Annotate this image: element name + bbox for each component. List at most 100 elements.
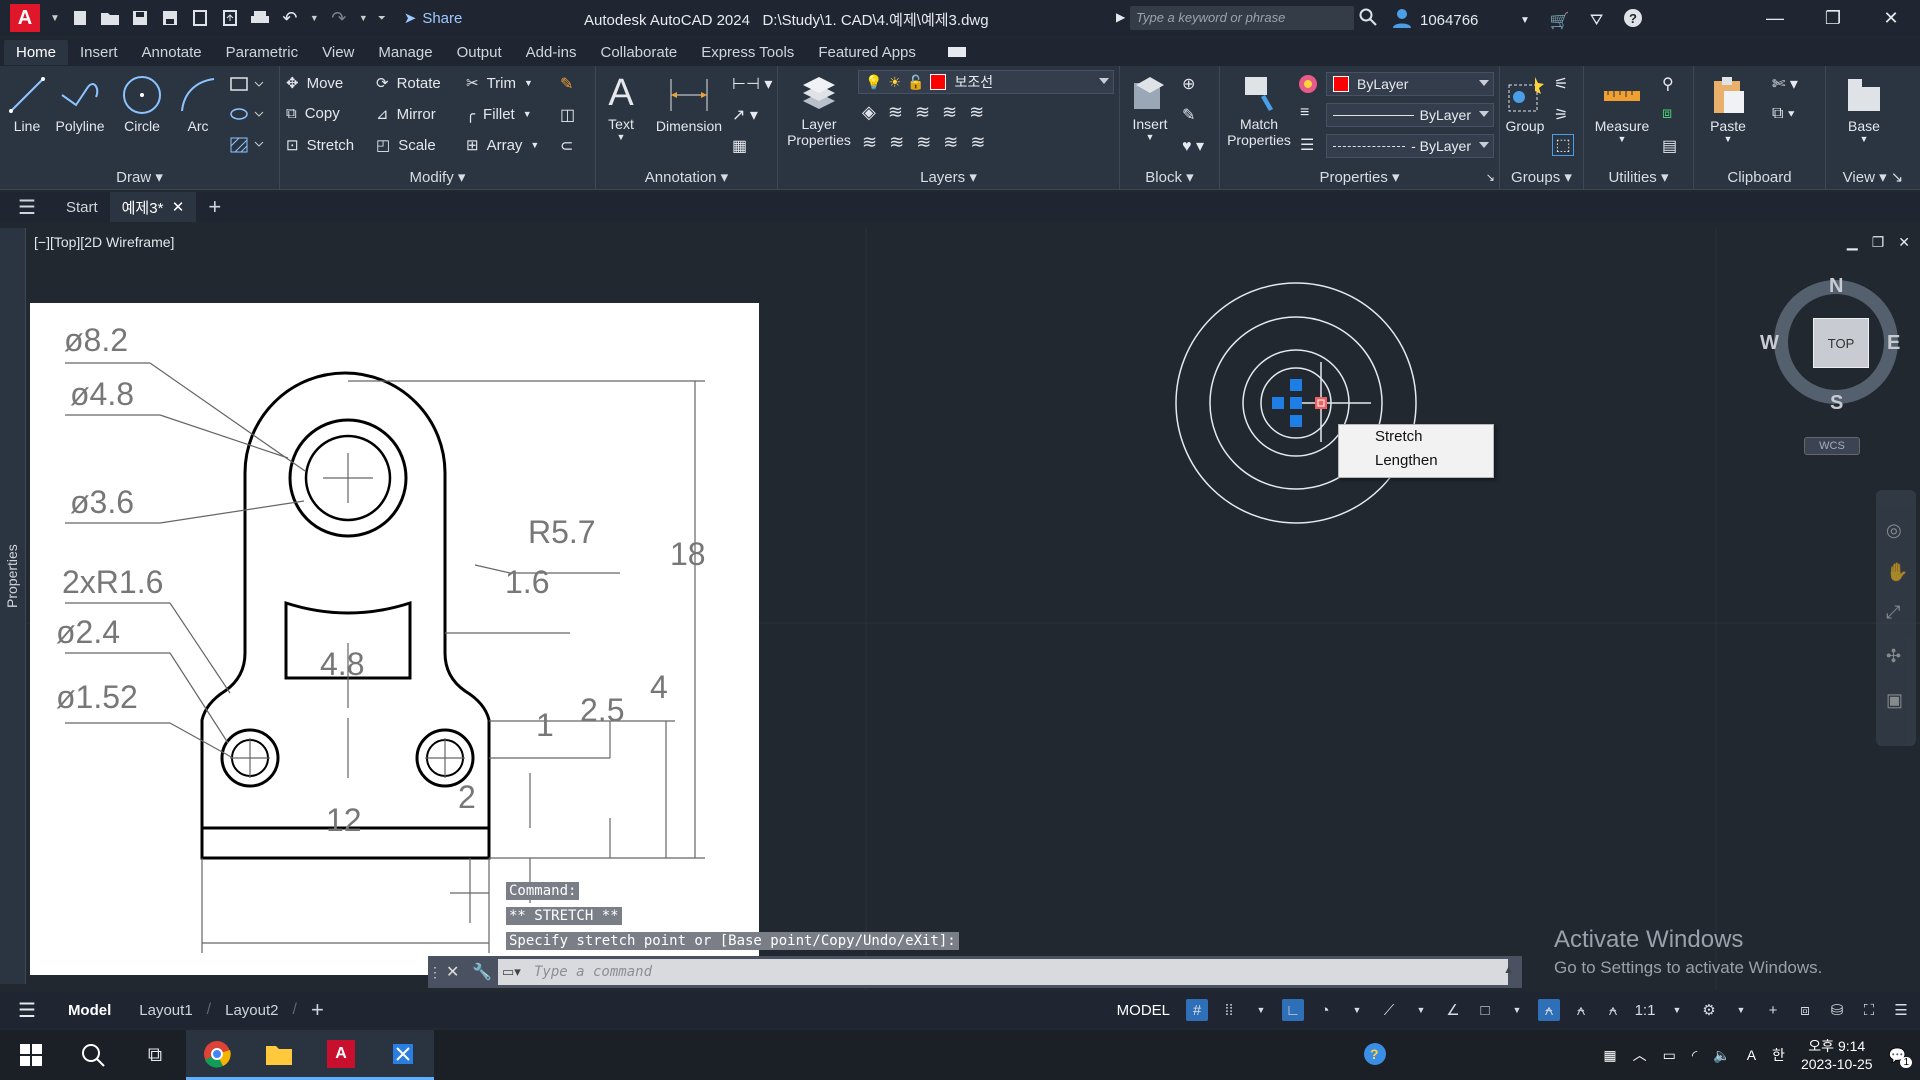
cut-icon[interactable]: ✄ ▾	[1772, 74, 1798, 94]
layer-off-icon[interactable]: ◈	[862, 102, 876, 123]
hatch-icon[interactable]	[229, 136, 269, 159]
autocad-taskbar-icon[interactable]: A	[310, 1030, 372, 1080]
command-line-grip-icon[interactable]: ⋮	[428, 964, 442, 981]
showmotion-icon[interactable]: ▣	[1886, 690, 1903, 711]
save-to-web-icon[interactable]	[220, 8, 240, 28]
group-selection-icon[interactable]: ⬚	[1552, 134, 1574, 156]
tab-annotate[interactable]: Annotate	[130, 40, 214, 65]
new-file-icon[interactable]	[70, 8, 90, 28]
tab-insert[interactable]: Insert	[68, 40, 130, 65]
add-layout-icon[interactable]: +	[297, 997, 338, 1023]
quick-select-icon[interactable]: ⚲	[1662, 74, 1674, 94]
doc-tab-active[interactable]: 예제3* ✕	[109, 192, 197, 222]
ellipse-icon[interactable]	[229, 106, 269, 129]
fillet-button[interactable]: ╭ Fillet ▼	[466, 105, 532, 124]
layer-match-icon[interactable]: ≋	[862, 132, 877, 153]
plot-icon[interactable]	[250, 8, 270, 28]
isodraft-icon[interactable]: ⟋	[1378, 999, 1400, 1021]
help-icon[interactable]: ?	[1623, 8, 1643, 33]
maximize-button[interactable]: ❐	[1804, 0, 1862, 36]
compass-n[interactable]: N	[1829, 275, 1843, 298]
rectangle-icon[interactable]	[229, 76, 269, 99]
tab-manage[interactable]: Manage	[366, 40, 444, 65]
cart-icon[interactable]: 🛒	[1550, 11, 1570, 31]
dimension-button[interactable]: Dimension	[652, 72, 726, 134]
model-space-toggle[interactable]: MODEL	[1111, 998, 1176, 1023]
pan-icon[interactable]: ✋	[1886, 562, 1908, 583]
properties-palette-sidebar[interactable]: Properties	[0, 228, 26, 984]
compass-s[interactable]: S	[1830, 392, 1843, 415]
customize-qat-icon[interactable]: ⏷	[378, 13, 386, 24]
app-logo[interactable]: A	[10, 4, 40, 32]
measure-button[interactable]: Measure ▼	[1588, 72, 1656, 144]
help-tray-icon[interactable]: ?	[1363, 1042, 1387, 1069]
volume-icon[interactable]: 🔈	[1713, 1047, 1730, 1064]
object-snap-tracking-icon[interactable]: ∠	[1442, 999, 1464, 1021]
wcs-menu[interactable]: WCS	[1804, 437, 1860, 455]
app-menu-chevron-icon[interactable]: ▼	[50, 13, 60, 24]
tab-parametric[interactable]: Parametric	[214, 40, 311, 65]
group-edit-icon[interactable]: ⚞	[1554, 105, 1568, 125]
ribbon-minimize-icon[interactable]	[947, 47, 966, 57]
compass-w[interactable]: W	[1760, 332, 1779, 355]
show-hidden-icons[interactable]: ︿	[1633, 1045, 1647, 1065]
autodesk-app-store-icon[interactable]: ⛛	[1590, 12, 1603, 30]
workspace-chevron-icon[interactable]: ▼	[1730, 999, 1752, 1021]
groups-panel-title[interactable]: Groups ▾	[1500, 168, 1583, 186]
polar-icon[interactable]: ◔	[1314, 999, 1336, 1021]
match-properties-button[interactable]: Match Properties	[1222, 70, 1296, 148]
paste-button[interactable]: Paste ▼	[1700, 72, 1756, 144]
trim-button[interactable]: ✂ Trim ▼	[466, 74, 533, 93]
edit-block-icon[interactable]: ✎	[1182, 105, 1195, 125]
units-icon[interactable]: ⧈	[1794, 999, 1816, 1021]
battery-icon[interactable]: ▭	[1663, 1047, 1676, 1064]
menu-item-lengthen[interactable]: Lengthen	[1339, 449, 1493, 473]
layer-lock-icon[interactable]: ≋	[942, 102, 957, 123]
stretch-button[interactable]: ⊡ Stretch	[286, 136, 354, 155]
quick-properties-icon[interactable]: ⛁	[1826, 999, 1848, 1021]
lineweight-dropdown[interactable]: ByLayer	[1326, 103, 1494, 127]
viewcube-top-face[interactable]: TOP	[1813, 318, 1869, 368]
reference-drawing-image[interactable]: ø8.2 ø4.8 ø3.6 R5.7 18 1.6 2xR1.6 ø2.4 4…	[30, 303, 759, 975]
move-button[interactable]: ✥ Move	[286, 74, 343, 93]
tab-home[interactable]: Home	[4, 39, 69, 65]
arc-button[interactable]: Arc	[174, 72, 222, 134]
layout-menu-icon[interactable]: ☰	[0, 998, 54, 1023]
annotation-monitor-icon[interactable]: +	[1762, 999, 1784, 1021]
scale-button[interactable]: ◰ Scale	[376, 136, 436, 155]
layer-merge-icon[interactable]: ≋	[970, 132, 985, 153]
doc-tab-start[interactable]: Start	[54, 192, 110, 222]
close-tab-icon[interactable]: ✕	[172, 198, 185, 216]
color-wheel-icon[interactable]	[1298, 74, 1318, 99]
erase-icon[interactable]: ✎	[560, 74, 573, 94]
file-explorer-icon[interactable]	[248, 1030, 310, 1080]
open-from-web-icon[interactable]	[190, 8, 210, 28]
polar-chevron-icon[interactable]: ▼	[1346, 999, 1368, 1021]
clipboard-panel-title[interactable]: Clipboard	[1694, 169, 1825, 186]
redo-chevron-icon[interactable]: ▼	[359, 13, 368, 23]
array-button[interactable]: ⊞ Array ▼	[466, 136, 539, 155]
snipping-tool-icon[interactable]	[372, 1030, 434, 1080]
properties-panel-title[interactable]: Properties ▾	[1220, 168, 1499, 186]
fillet-chevron-icon[interactable]: ▼	[523, 109, 532, 119]
copy-clip-icon[interactable]: ⧉ ▾	[1772, 105, 1795, 123]
layer-walk-icon[interactable]: ≋	[916, 132, 931, 153]
menu-icon[interactable]: ☰	[0, 192, 54, 222]
save-icon[interactable]	[130, 8, 150, 28]
table-icon[interactable]: ▦	[732, 136, 747, 156]
isodraft-chevron-icon[interactable]: ▼	[1410, 999, 1432, 1021]
command-line-customize-icon[interactable]: 🔧	[472, 962, 492, 982]
mirror-button[interactable]: ⊿ Mirror	[376, 105, 436, 124]
annotation-panel-title[interactable]: Annotation ▾	[596, 168, 777, 186]
text-button[interactable]: A Text ▼	[604, 70, 638, 143]
utilities-panel-title[interactable]: Utilities ▾	[1584, 168, 1693, 186]
customization-icon[interactable]: ☰	[1890, 999, 1912, 1021]
grid-icon[interactable]: #	[1186, 999, 1208, 1021]
array-chevron-icon[interactable]: ▼	[530, 140, 539, 150]
layer-previous-icon[interactable]: ≋	[889, 132, 904, 153]
new-tab-icon[interactable]: +	[196, 192, 233, 222]
rotate-button[interactable]: ⟳ Rotate	[376, 74, 441, 93]
layers-panel-title[interactable]: Layers ▾	[778, 168, 1119, 186]
ime-lang-indicator[interactable]: A	[1747, 1047, 1756, 1063]
leader-icon[interactable]: ↗ ▾	[732, 105, 758, 125]
